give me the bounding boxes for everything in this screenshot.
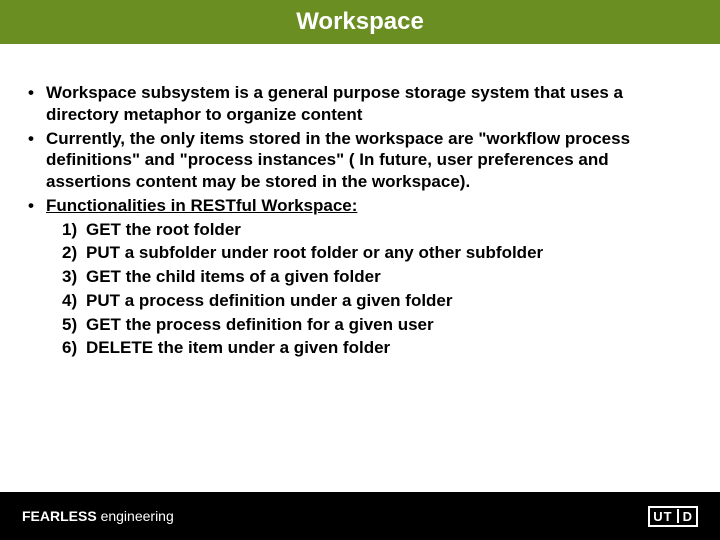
item-text: GET the process definition for a given u… [86,314,434,336]
brand-text: engineering [97,508,174,524]
slide-title: Workspace [296,8,424,36]
item-number: 3) [62,266,86,288]
logo-right: D [683,509,693,524]
list-item: 4)PUT a process definition under a given… [62,290,692,312]
bullet-item: • Functionalities in RESTful Workspace: [28,195,692,217]
footer-bar: FEARLESS engineering UT D [0,492,720,540]
bullet-item: • Workspace subsystem is a general purpo… [28,82,692,126]
item-text: GET the root folder [86,219,241,241]
item-text: DELETE the item under a given folder [86,337,390,359]
list-item: 5)GET the process definition for a given… [62,314,692,336]
brand-bold: FEARLESS [22,508,97,524]
content-area: • Workspace subsystem is a general purpo… [0,44,720,359]
bullet-item: • Currently, the only items stored in th… [28,128,692,193]
functionalities-heading: Functionalities in RESTful Workspace: [46,195,692,217]
bullet-text: Workspace subsystem is a general purpose… [46,82,692,126]
bullet-dot: • [28,128,46,193]
numbered-list: 1)GET the root folder 2)PUT a subfolder … [28,219,692,360]
item-text: PUT a process definition under a given f… [86,290,453,312]
slide: Workspace • Workspace subsystem is a gen… [0,0,720,540]
bullet-dot: • [28,82,46,126]
bullet-text: Currently, the only items stored in the … [46,128,692,193]
item-number: 2) [62,242,86,264]
item-text: PUT a subfolder under root folder or any… [86,242,543,264]
item-number: 4) [62,290,86,312]
list-item: 2)PUT a subfolder under root folder or a… [62,242,692,264]
bullet-dot: • [28,195,46,217]
footer-brand: FEARLESS engineering [22,508,174,524]
item-number: 5) [62,314,86,336]
utd-logo: UT D [648,506,698,527]
logo-separator [677,509,679,523]
logo-left: UT [653,509,672,524]
item-text: GET the child items of a given folder [86,266,381,288]
list-item: 6)DELETE the item under a given folder [62,337,692,359]
title-bar: Workspace [0,0,720,44]
item-number: 1) [62,219,86,241]
list-item: 3)GET the child items of a given folder [62,266,692,288]
item-number: 6) [62,337,86,359]
list-item: 1)GET the root folder [62,219,692,241]
